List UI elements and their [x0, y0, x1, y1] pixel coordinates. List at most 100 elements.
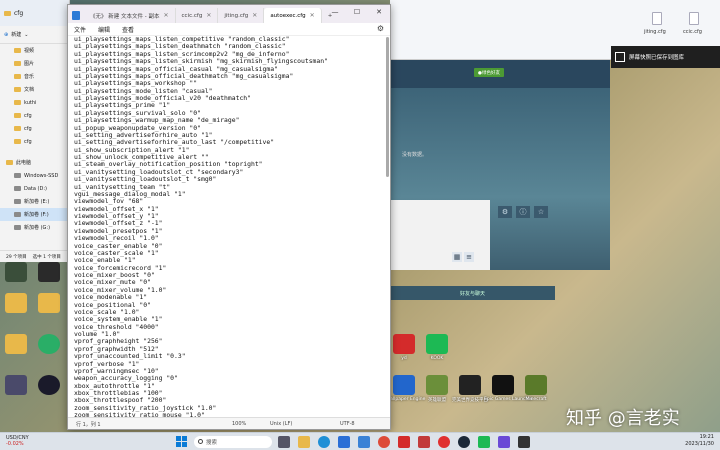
shortcut-label: 英雄联盟 — [428, 398, 446, 403]
chrome-icon[interactable] — [378, 436, 390, 448]
close-tab-icon[interactable]: ✕ — [310, 12, 315, 19]
steam-icon[interactable] — [458, 436, 470, 448]
sidebar-item[interactable]: 视频 — [0, 44, 69, 57]
minecraft-icon[interactable] — [525, 375, 547, 395]
netease-icon[interactable] — [438, 436, 450, 448]
file-explorer-window: cfg ⊕ 新建 ⌄ 视频 图片 音乐 文档 kuthi cfg cfg cfg 此电脑 Wind… — [0, 0, 70, 262]
menu-file[interactable]: 文件 — [74, 25, 86, 34]
settings-gear-icon[interactable]: ⚙ — [377, 24, 384, 33]
gear-icon[interactable]: ⚙ — [498, 206, 512, 218]
app-icon[interactable] — [518, 436, 530, 448]
sidebar-item[interactable]: cfg — [0, 135, 69, 148]
folder-icon — [14, 61, 21, 66]
kook-icon[interactable] — [426, 334, 448, 354]
close-tab-icon[interactable]: ✕ — [252, 12, 257, 19]
sidebar-item[interactable]: 新加卷 (F:) — [0, 208, 69, 221]
sidebar-item[interactable]: Data (D:) — [0, 182, 69, 195]
sidebar-item-label: 新加卷 (G:) — [24, 225, 51, 231]
shortcut-label: Epic Games Launcher — [484, 397, 533, 402]
tab-list: 《无》 新建 文本文件 - 副本 ✕ ccic.cfg ✕ jiting.cfg ✕ aut… — [84, 8, 322, 23]
minecraft-icon[interactable] — [426, 375, 448, 395]
screenshot-icon — [615, 52, 625, 62]
edge-icon[interactable] — [318, 436, 330, 448]
clock-date: 2023/11/30 — [685, 441, 714, 447]
tab-3[interactable]: autoexec.cfg ✕ — [264, 8, 322, 23]
explorer-toolbar: ⊕ 新建 ⌄ — [0, 26, 69, 44]
wechat-icon[interactable] — [38, 334, 60, 354]
steam-panel — [390, 200, 490, 270]
sidebar-item[interactable]: 图片 — [0, 57, 69, 70]
explorer-status: 29 个项目 选中 1 个项目 — [0, 250, 70, 262]
cfg-file-icon[interactable] — [652, 12, 662, 25]
game-icon[interactable] — [5, 375, 27, 395]
notepad-icon[interactable] — [358, 436, 370, 448]
start-button[interactable] — [176, 436, 188, 448]
info-icon[interactable]: ⓘ — [516, 206, 530, 218]
sidebar-item[interactable]: 新加卷 (G:) — [0, 221, 69, 234]
menu-edit[interactable]: 编辑 — [98, 25, 110, 34]
yd-icon[interactable] — [398, 436, 410, 448]
grid-view-icon[interactable]: ▦ — [452, 252, 462, 262]
sidebar-item-label: 文档 — [24, 87, 35, 93]
close-tab-icon[interactable]: ✕ — [163, 12, 168, 19]
chevron-down-icon[interactable]: ⌄ — [24, 32, 28, 38]
tab-2[interactable]: jiting.cfg ✕ — [218, 8, 265, 23]
currency-widget[interactable]: USD/CNY -0.02% — [6, 435, 29, 447]
store-icon[interactable] — [338, 436, 350, 448]
wallpaper-engine-icon[interactable] — [393, 375, 415, 395]
folder-icon — [4, 10, 11, 16]
screenshot-toast[interactable]: 屏幕快照已保存到图库 — [611, 46, 720, 68]
sidebar-item[interactable]: cfg — [0, 109, 69, 122]
friends-chat-button[interactable]: 好友与聊天 — [390, 286, 555, 300]
sidebar-item[interactable]: cfg — [0, 122, 69, 135]
cfg-file-icon[interactable] — [689, 12, 699, 25]
minimize-icon[interactable]: — — [324, 5, 346, 19]
sidebar-item[interactable]: kuthi — [0, 96, 69, 109]
tab-0[interactable]: 《无》 新建 文本文件 - 副本 ✕ — [84, 8, 176, 23]
star-icon[interactable]: ☆ — [534, 206, 548, 218]
sidebar-item[interactable]: Windows-SSD — [0, 169, 69, 182]
ubisoft-icon[interactable] — [38, 375, 60, 395]
file-explorer-icon[interactable] — [298, 436, 310, 448]
app-icon[interactable] — [498, 436, 510, 448]
vertical-scrollbar[interactable] — [386, 37, 389, 177]
tab-label: jiting.cfg — [224, 12, 249, 19]
epic-games-icon[interactable] — [492, 375, 514, 395]
file-label: ccic.cfg — [683, 29, 702, 35]
online-badge[interactable]: ●绿色好友 — [474, 68, 504, 77]
folder-icon[interactable] — [38, 293, 60, 313]
kook-icon[interactable] — [478, 436, 490, 448]
text-editor[interactable]: ui_playsettings_maps_listen_competitive … — [68, 35, 390, 417]
drive-icon — [14, 186, 21, 191]
explorer-nav: 视频 图片 音乐 文档 kuthi cfg cfg cfg 此电脑 Windows-SSD Data… — [0, 44, 69, 234]
perfect-world-icon[interactable] — [459, 375, 481, 395]
sidebar-item[interactable]: 音乐 — [0, 70, 69, 83]
yd-icon[interactable] — [393, 334, 415, 354]
maximize-icon[interactable]: ☐ — [346, 5, 368, 19]
folder-icon — [14, 100, 21, 105]
sidebar-item[interactable]: 文档 — [0, 83, 69, 96]
folder-icon — [14, 126, 21, 131]
folder-icon[interactable] — [5, 334, 27, 354]
system-tray-clock[interactable]: 19:21 2023/11/30 — [685, 434, 714, 448]
close-tab-icon[interactable]: ✕ — [206, 12, 211, 19]
new-icon[interactable]: ⊕ — [4, 32, 8, 38]
app-icon[interactable] — [418, 436, 430, 448]
new-button[interactable]: 新建 — [11, 31, 21, 38]
taskview-icon[interactable] — [278, 436, 290, 448]
tab-1[interactable]: ccic.cfg ✕ — [176, 8, 219, 23]
shortcut-label: Minecraft — [525, 397, 547, 402]
taskbar-search[interactable]: 搜索 — [194, 436, 272, 448]
menu-view[interactable]: 查看 — [122, 25, 134, 34]
close-icon[interactable]: ✕ — [368, 5, 390, 19]
sidebar-item[interactable]: 新加卷 (E:) — [0, 195, 69, 208]
list-view-icon[interactable]: ≡ — [464, 252, 474, 262]
shortcut-icon[interactable] — [5, 262, 27, 282]
sidebar-item[interactable]: 此电脑 — [0, 156, 69, 169]
search-placeholder: 搜索 — [206, 440, 218, 446]
shortcut-icon[interactable] — [38, 262, 60, 282]
status-bar: 行 1，列 1 100% Unix (LF) UTF-8 — [68, 417, 390, 429]
notepad-icon — [72, 11, 80, 20]
folder-icon[interactable] — [5, 293, 27, 313]
clock-time: 19:21 — [699, 434, 714, 440]
